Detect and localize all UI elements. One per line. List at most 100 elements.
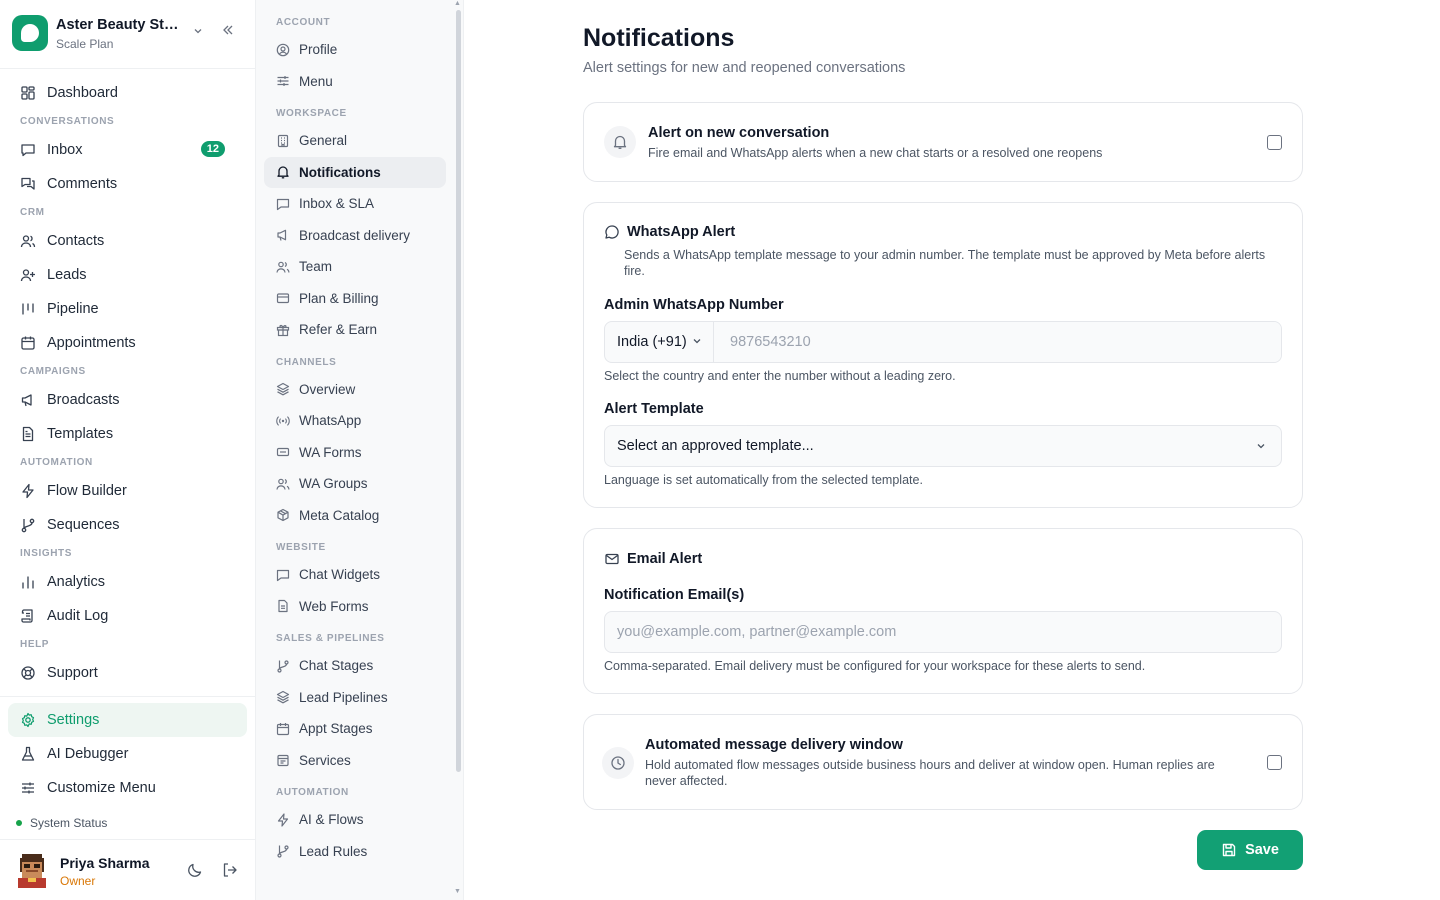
nav-item-inbox[interactable]: Inbox 12 [8,133,247,167]
notification-email-label-text: Notification Email(s) [604,587,745,603]
settings-item-label: Web Forms [299,598,369,614]
settings-item-menu[interactable]: Menu [264,66,446,98]
form-icon [276,445,290,459]
settings-item-wa-groups[interactable]: WA Groups [264,468,446,500]
settings-item-label: Lead Pipelines [299,689,388,705]
settings-item-label: Chat Widgets [299,567,381,583]
settings-item-lead-pipelines[interactable]: Lead Pipelines [264,682,446,714]
nav-item-flow-builder[interactable]: Flow Builder [8,474,247,508]
lightning-icon [20,483,36,499]
building-icon [276,134,290,148]
nav-item-sequences[interactable]: Sequences [8,508,247,542]
settings-item-chat-stages[interactable]: Chat Stages [264,650,446,682]
nav-label: Inbox [47,142,83,158]
delivery-window-checkbox[interactable] [1267,755,1282,770]
nav-label: Audit Log [47,608,109,624]
settings-item-ai-flows[interactable]: AI & Flows [264,804,446,836]
nav-item-customize-menu[interactable]: Customize Menu [8,771,247,805]
nav-item-analytics[interactable]: Analytics [8,565,247,599]
settings-item-services[interactable]: Services [264,745,446,777]
inbox-icon [20,142,36,158]
settings-item-chat-widgets[interactable]: Chat Widgets [264,559,446,591]
settings-item-whatsapp[interactable]: WhatsApp [264,405,446,437]
settings-item-broadcast-delivery[interactable]: Broadcast delivery [264,220,446,252]
nav-label: Broadcasts [47,392,120,408]
nav-section-conversations: CONVERSATIONS [20,116,115,127]
nav-label: AI Debugger [47,746,129,762]
settings-item-profile[interactable]: Profile [264,34,446,66]
workspace-switcher[interactable]: Aster Beauty Studio Scale Plan [0,0,255,69]
settings-item-label: General [299,133,348,149]
users-icon [276,477,290,491]
nav-item-pipeline[interactable]: Pipeline [8,292,247,326]
alert-new-conversation-checkbox[interactable] [1267,135,1282,150]
moon-icon[interactable] [187,862,203,878]
save-button-label: Save [1245,842,1279,858]
admin-number-input[interactable] [714,322,1281,362]
settings-item-lead-rules[interactable]: Lead Rules [264,836,446,868]
git-branch-icon [20,517,36,533]
settings-section-website: WEBSITE [276,542,326,553]
system-status[interactable]: System Status [16,816,107,830]
nav-item-templates[interactable]: Templates [8,417,247,451]
nav-item-leads[interactable]: Leads [8,258,247,292]
settings-item-plan-billing[interactable]: Plan & Billing [264,283,446,315]
settings-section-channels: CHANNELS [276,356,337,368]
settings-item-label: Lead Rules [299,843,368,859]
nav-item-audit-log[interactable]: Audit Log [8,599,247,633]
collapse-sidebar-icon[interactable] [221,23,235,41]
settings-item-general[interactable]: General [264,125,446,157]
bell-icon [276,165,290,179]
nav-item-appointments[interactable]: Appointments [8,326,247,360]
nav-item-support[interactable]: Support [8,656,247,690]
alert-template-select[interactable]: Select an approved template... [604,425,1282,467]
git-branch-icon [276,659,290,673]
admin-number-hint: Select the country and enter the number … [604,369,956,383]
settings-nav-scroll-thumb[interactable] [456,10,461,772]
save-icon [1221,842,1237,858]
delivery-window-desc: Hold automated flow messages outside bus… [645,758,1215,788]
file-text-icon [276,599,290,613]
radio-signal-icon [276,414,290,428]
settings-item-appt-stages[interactable]: Appt Stages [264,713,446,745]
logout-icon[interactable] [222,862,238,878]
settings-item-meta-catalog[interactable]: Meta Catalog [264,500,446,532]
nav-item-contacts[interactable]: Contacts [8,224,247,258]
contacts-icon [20,233,36,249]
country-code-value: India (+91) [617,334,687,350]
calendar-icon [20,335,36,351]
scroll-down-icon[interactable]: ▼ [454,888,461,895]
country-code-select[interactable]: India (+91) [605,322,714,362]
nav-item-dashboard[interactable]: Dashboard [8,76,247,110]
users-icon [276,260,290,274]
scroll-icon [20,608,36,624]
settings-item-label: WhatsApp [299,413,362,429]
settings-item-web-forms[interactable]: Web Forms [264,591,446,623]
nav-item-settings[interactable]: Settings [8,703,247,737]
settings-nav: ACCOUNT Profile Menu WORKSPACE General N… [256,0,464,900]
settings-item-label: WA Forms [299,444,362,460]
settings-item-overview[interactable]: Overview [264,374,446,406]
scroll-up-icon[interactable]: ▲ [454,0,461,7]
nav-item-broadcasts[interactable]: Broadcasts [8,383,247,417]
email-alert-card: Email Alert Notification Email(s) Comma-… [583,528,1303,694]
user-role: Owner [60,874,96,888]
settings-item-refer-earn[interactable]: Refer & Earn [264,314,446,346]
settings-item-label: AI & Flows [299,812,364,828]
megaphone-icon [20,392,36,408]
brand-logo [12,15,48,51]
settings-item-notifications[interactable]: Notifications [264,156,446,188]
settings-item-team[interactable]: Team [264,251,446,283]
settings-item-inbox-sla[interactable]: Inbox & SLA [264,188,446,220]
avatar[interactable] [16,854,48,888]
settings-item-wa-forms[interactable]: WA Forms [264,437,446,469]
layers-icon [276,690,290,704]
calendar-icon [276,722,290,736]
megaphone-icon [276,228,290,242]
nav-item-comments[interactable]: Comments [8,167,247,201]
chevron-down-icon[interactable] [193,25,203,39]
notification-email-input[interactable] [604,611,1282,653]
save-button[interactable]: Save [1197,830,1303,870]
settings-item-label: WA Groups [299,476,368,492]
nav-item-ai-debugger[interactable]: AI Debugger [8,737,247,771]
